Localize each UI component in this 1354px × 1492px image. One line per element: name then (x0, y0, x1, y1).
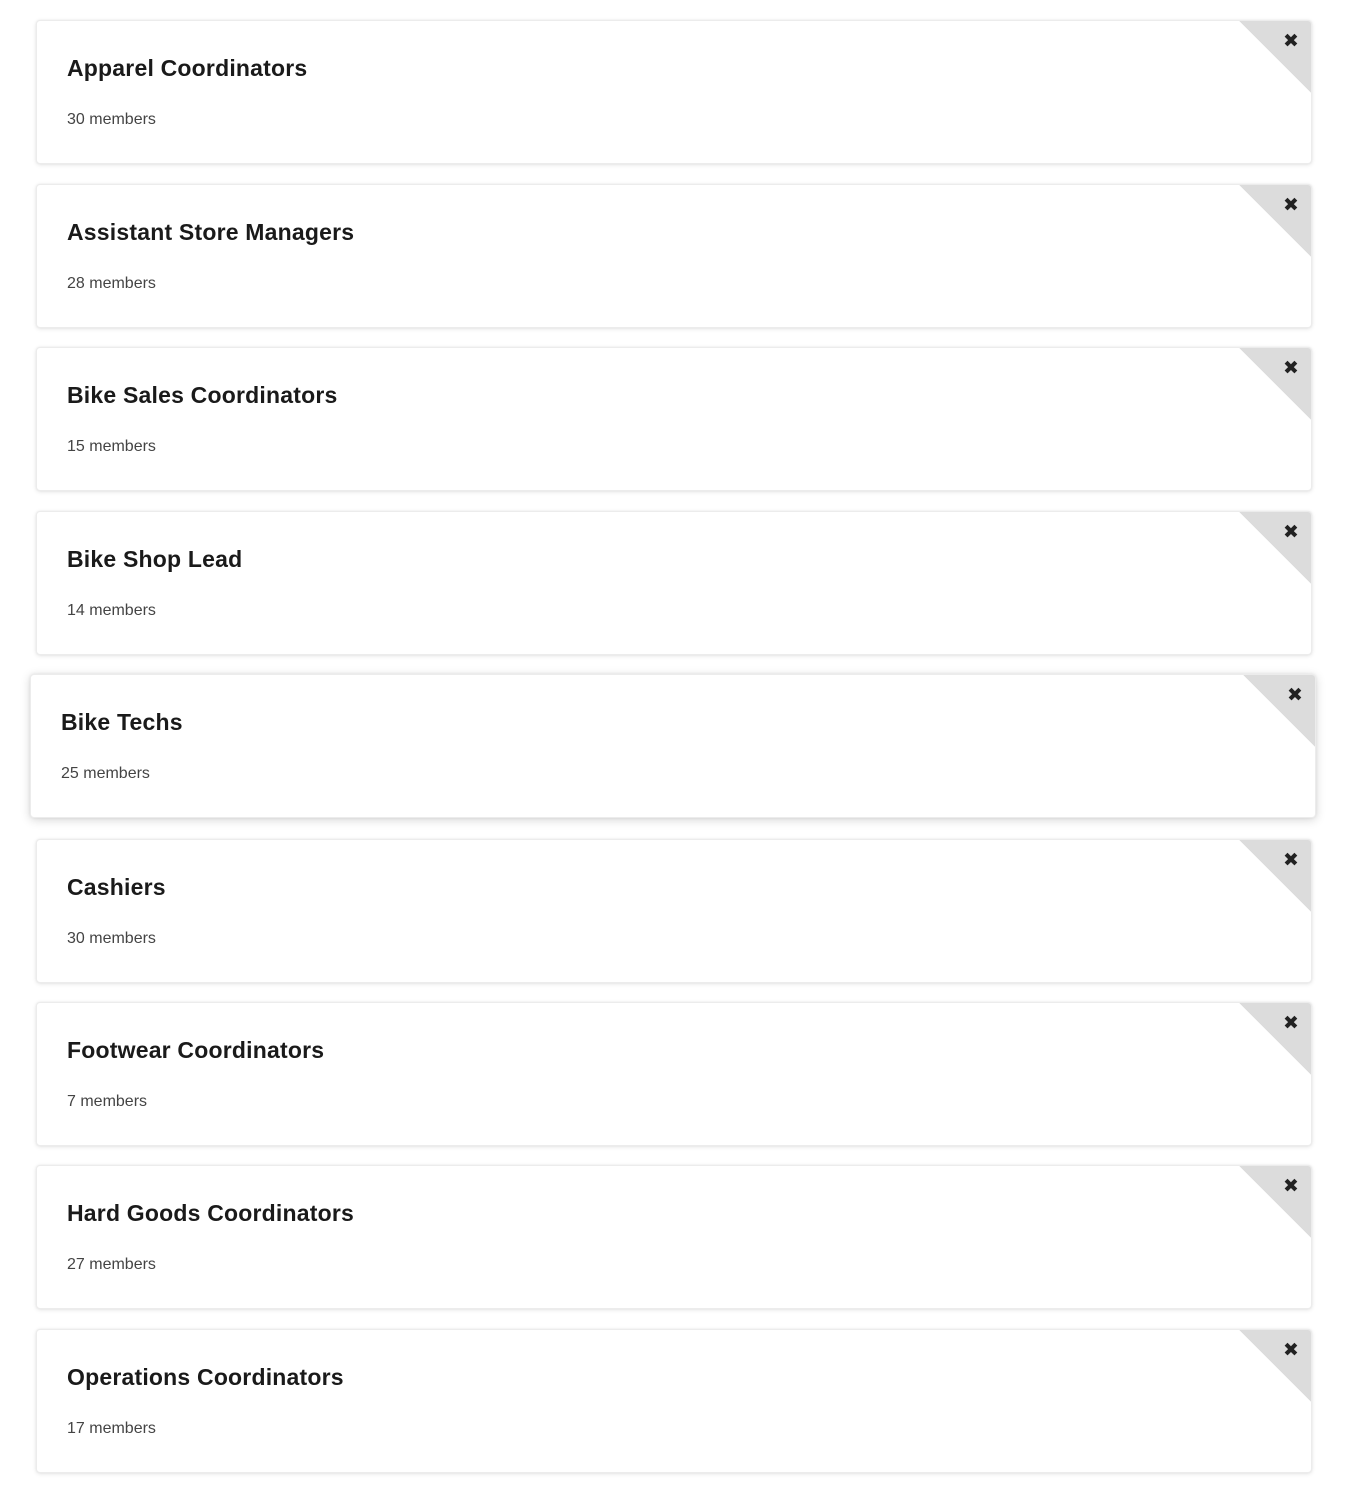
group-member-count: 17 members (67, 1420, 156, 1437)
group-member-count: 7 members (67, 1093, 148, 1110)
group-card-cashiers[interactable]: Cashiers 30 members ✖ (36, 839, 1312, 983)
group-card-bike-shop-lead[interactable]: Bike Shop Lead 14 members ✖ (36, 511, 1312, 655)
group-name: Bike Techs (61, 709, 183, 735)
close-icon[interactable]: ✖ (1279, 29, 1303, 53)
group-name: Apparel Coordinators (67, 55, 308, 81)
group-card-footwear-coordinators[interactable]: Footwear Coordinators 7 members ✖ (36, 1002, 1312, 1146)
group-card-operations-coordinators[interactable]: Operations Coordinators 17 members ✖ (36, 1329, 1312, 1473)
group-card-apparel-coordinators[interactable]: Apparel Coordinators 30 members ✖ (36, 20, 1312, 164)
group-card-bike-techs[interactable]: Bike Techs 25 members ✖ (30, 674, 1316, 818)
group-card-bike-sales-coordinators[interactable]: Bike Sales Coordinators 15 members ✖ (36, 347, 1312, 491)
group-member-count: 14 members (67, 602, 156, 619)
group-name: Hard Goods Coordinators (67, 1200, 355, 1226)
group-name: Assistant Store Managers (67, 219, 355, 245)
group-member-count: 15 members (67, 438, 156, 455)
close-icon[interactable]: ✖ (1279, 1174, 1303, 1198)
group-name: Footwear Coordinators (67, 1037, 325, 1063)
close-icon[interactable]: ✖ (1279, 1338, 1303, 1362)
group-card-assistant-store-managers[interactable]: Assistant Store Managers 28 members ✖ (36, 184, 1312, 328)
group-name: Bike Sales Coordinators (67, 382, 338, 408)
group-member-count: 30 members (67, 930, 156, 947)
close-icon[interactable]: ✖ (1279, 520, 1303, 544)
close-icon[interactable]: ✖ (1279, 356, 1303, 380)
close-icon[interactable]: ✖ (1279, 1011, 1303, 1035)
close-icon[interactable]: ✖ (1283, 683, 1307, 707)
group-name: Bike Shop Lead (67, 546, 243, 572)
group-member-count: 28 members (67, 275, 156, 292)
group-member-count: 30 members (67, 111, 156, 128)
group-name: Operations Coordinators (67, 1364, 344, 1390)
close-icon[interactable]: ✖ (1279, 193, 1303, 217)
group-name: Cashiers (67, 874, 166, 900)
group-list: Apparel Coordinators 30 members ✖ Assist… (0, 0, 1354, 1492)
group-card-hard-goods-coordinators[interactable]: Hard Goods Coordinators 27 members ✖ (36, 1165, 1312, 1309)
group-member-count: 25 members (61, 765, 150, 782)
close-icon[interactable]: ✖ (1279, 848, 1303, 872)
group-member-count: 27 members (67, 1256, 156, 1273)
